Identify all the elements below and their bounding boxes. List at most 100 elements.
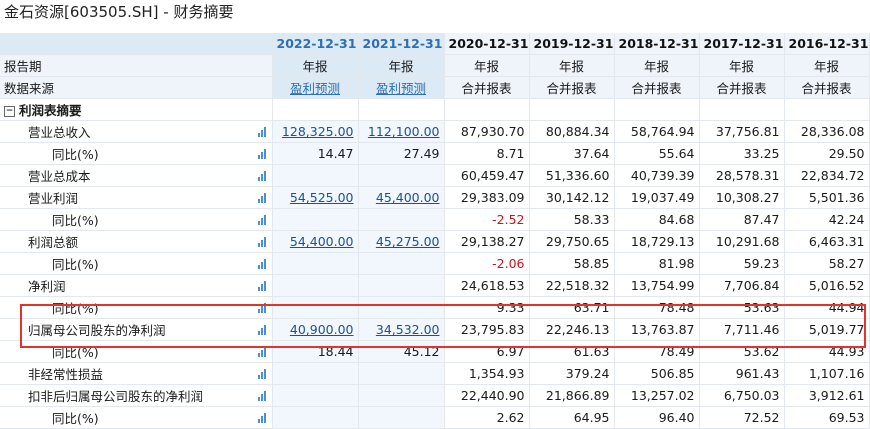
column-header-date[interactable]: 2018-12-31 [614,33,700,55]
table-row: 营业总收入 128,325.00 112,100.00 87,930.70 80,884… [0,120,870,143]
cell-value: 21,866.89 [529,384,615,407]
cell-value: 87.47 [699,208,785,231]
cell-value: 33.25 [699,142,785,165]
cell-value: 29.50 [784,142,870,165]
cell-value: 54,525.00 [272,186,359,209]
column-header-date[interactable]: 2021-12-31 [358,33,445,55]
cell-empty [614,98,700,121]
bar-chart-icon[interactable] [257,148,266,159]
column-header-date[interactable]: 2016-12-31 [784,33,870,55]
cell-value [358,384,445,407]
bar-chart-icon[interactable] [257,126,266,137]
column-header-date[interactable]: 2022-12-31 [272,33,359,55]
collapse-toggle-icon[interactable]: − [4,106,15,117]
data-source-row: 数据来源 盈利预测 盈利预测 合并报表 合并报表 合并报表 合并报表 合并报表 [0,76,870,99]
bar-chart-icon[interactable] [257,390,266,401]
cell-value: 年报 [444,54,530,77]
cell-value [272,384,359,407]
cell-value: 87,930.70 [444,120,530,143]
forecast-value-link[interactable]: 45,275.00 [376,234,440,249]
cell-value: 18,729.13 [614,230,700,253]
column-header-date[interactable]: 2019-12-31 [529,33,615,55]
row-label: 净利润 [28,279,66,294]
column-header-date[interactable]: 2020-12-31 [444,33,530,55]
row-label: 报告期 [0,54,273,77]
bar-chart-icon[interactable] [257,368,266,379]
column-header-date[interactable]: 2017-12-31 [699,33,785,55]
cell-value: 8.71 [444,142,530,165]
row-label: 数据来源 [0,76,273,99]
cell-value: 29,750.65 [529,230,615,253]
cell-value: 合并报表 [529,76,615,99]
cell-value: 14.47 [272,142,359,165]
cell-value: 年报 [614,54,700,77]
table-row: 扣非后归属母公司股东的净利润 22,440.90 21,866.89 13,257.0… [0,384,870,407]
forecast-link[interactable]: 盈利预测 [376,81,426,96]
cell-value: 44.94 [784,296,870,319]
forecast-value-link[interactable]: 40,900.00 [290,322,354,337]
cell-value: 81.98 [614,252,700,275]
cell-value: 58.85 [529,252,615,275]
report-period-row: 报告期 年报 年报 年报 年报 年报 年报 年报 [0,54,870,77]
forecast-value-link[interactable]: 54,400.00 [290,234,354,249]
cell-value: 年报 [529,54,615,77]
cell-value: -2.06 [444,252,530,275]
table-row: 同比(%) 14.47 27.49 8.71 37.64 55.64 33.25 29.50 [0,142,870,165]
row-label-cell: 利润总额 [0,230,273,253]
cell-empty [272,98,359,121]
bar-chart-icon[interactable] [257,280,266,291]
bar-chart-icon[interactable] [257,346,266,357]
forecast-value-link[interactable]: 45,400.00 [376,190,440,205]
row-label: 利润总额 [28,235,79,250]
cell-value: 22,440.90 [444,384,530,407]
cell-value: 10,291.68 [699,230,785,253]
forecast-value-link[interactable]: 112,100.00 [368,124,440,139]
cell-value: 28,336.08 [784,120,870,143]
cell-value: 6,463.31 [784,230,870,253]
cell-value: 23,795.83 [444,318,530,341]
bar-chart-icon[interactable] [257,302,266,313]
cell-value: 6,750.03 [699,384,785,407]
date-header-row: 2022-12-31 2021-12-31 2020-12-31 2019-12… [0,33,870,55]
cell-value [358,296,445,319]
section-header[interactable]: − 利润表摘要 [0,98,273,121]
cell-value [358,164,445,187]
row-label: 同比(%) [52,345,99,360]
bar-chart-icon[interactable] [257,192,266,203]
row-label-cell: 净利润 [0,274,273,297]
bar-chart-icon[interactable] [257,258,266,269]
cell-value: 24,618.53 [444,274,530,297]
bar-chart-icon[interactable] [257,324,266,335]
row-label-cell: 同比(%) [0,252,273,275]
bar-chart-icon[interactable] [257,236,266,247]
cell-value: 37.64 [529,142,615,165]
row-label: 营业总收入 [28,125,91,140]
forecast-value-link[interactable]: 128,325.00 [282,124,354,139]
cell-value: 42.24 [784,208,870,231]
cell-value: 78.49 [614,340,700,363]
cell-value: 9.33 [444,296,530,319]
forecast-value-link[interactable]: 54,525.00 [290,190,354,205]
forecast-value-link[interactable]: 34,532.00 [376,322,440,337]
bar-chart-icon[interactable] [257,214,266,225]
cell-value [358,406,445,429]
cell-value: 7,706.84 [699,274,785,297]
cell-value: 13,763.87 [614,318,700,341]
bar-chart-icon[interactable] [257,412,266,423]
cell-value: 19,037.49 [614,186,700,209]
bar-chart-icon[interactable] [257,170,266,181]
cell-value: 379.24 [529,362,615,385]
cell-value [272,274,359,297]
row-label: 营业总成本 [28,169,91,184]
cell-value: 29,383.09 [444,186,530,209]
cell-value: 3,912.61 [784,384,870,407]
forecast-link[interactable]: 盈利预测 [290,81,340,96]
cell-value: -2.52 [444,208,530,231]
cell-value [358,208,445,231]
table-row: 同比(%) 2.62 64.95 96.40 72.52 69.53 [0,406,870,429]
header-corner [0,33,273,55]
cell-value [272,362,359,385]
row-label-cell: 同比(%) [0,296,273,319]
section-label: 利润表摘要 [19,103,82,118]
cell-value: 40,739.39 [614,164,700,187]
